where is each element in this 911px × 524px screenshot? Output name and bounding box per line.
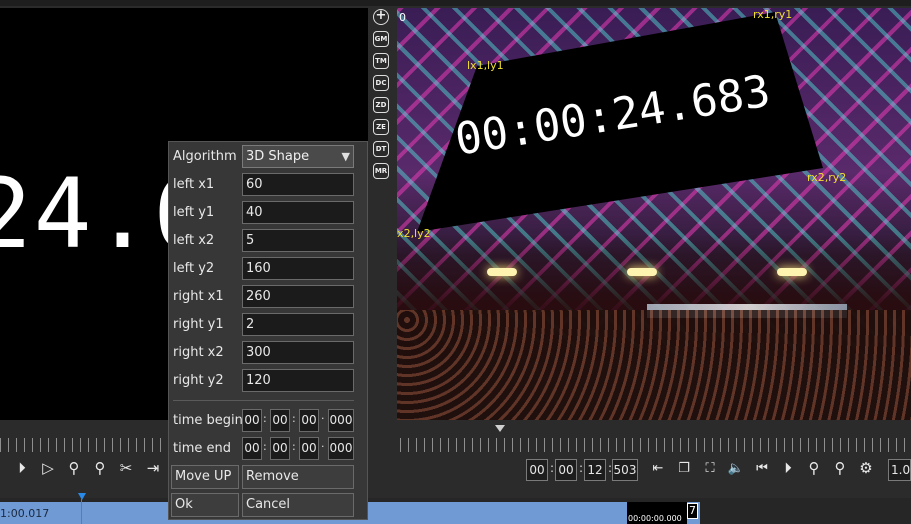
colon: :: [292, 412, 296, 425]
corner-rx2[interactable]: rx2,ry2: [807, 171, 846, 184]
time-millis-field[interactable]: 503: [612, 459, 638, 481]
right-x2-input[interactable]: 300: [242, 341, 354, 364]
tool-mr[interactable]: MR: [373, 163, 389, 179]
algorithm-select[interactable]: 3D Shape ▼: [242, 145, 354, 168]
corner-lx2[interactable]: lx2,ly2: [397, 227, 431, 240]
time-hours-field[interactable]: 00: [526, 459, 548, 481]
time-begin-hours[interactable]: 00: [242, 409, 262, 432]
add-icon[interactable]: +: [373, 9, 389, 25]
time-end-millis[interactable]: 000: [328, 437, 354, 460]
settings-icon[interactable]: ⚙: [856, 459, 876, 477]
time-begin-seconds[interactable]: 00: [299, 409, 319, 432]
corner-rx1[interactable]: rx1,ry1: [753, 8, 792, 21]
tool-tm[interactable]: TM: [373, 53, 389, 69]
cancel-button[interactable]: Cancel: [242, 493, 354, 517]
move-up-button[interactable]: Move UP: [171, 465, 239, 489]
tool-zd[interactable]: ZD: [373, 97, 389, 113]
filter-dialog: Algorithm 3D Shape ▼ left x1 60 left y1 …: [168, 141, 368, 520]
ok-button[interactable]: Ok: [171, 493, 239, 517]
left-y1-input[interactable]: 40: [242, 201, 354, 224]
time-end-label: time end: [173, 441, 231, 456]
right-x1-label: right x1: [173, 289, 224, 304]
clip-number-badge: 7: [687, 503, 698, 519]
left-x1-label: left x1: [173, 177, 215, 192]
divider: [173, 400, 354, 401]
colon: ·: [321, 412, 325, 425]
left-x1-input[interactable]: 60: [242, 173, 354, 196]
right-y1-input[interactable]: 2: [242, 313, 354, 336]
colon: :: [550, 461, 555, 475]
dropdown-arrow-icon: ▼: [341, 150, 350, 163]
time-begin-label: time begin: [173, 413, 243, 428]
playhead-icon[interactable]: [78, 493, 86, 500]
skip-back-icon[interactable]: ⏮: [752, 460, 772, 478]
time-begin-millis[interactable]: 000: [328, 409, 354, 432]
time-begin-minutes[interactable]: 00: [270, 409, 290, 432]
algorithm-value: 3D Shape: [246, 149, 310, 164]
tool-dc[interactable]: DC: [373, 75, 389, 91]
tool-gm[interactable]: GM: [373, 31, 389, 47]
marker-out-icon[interactable]: ⚲: [830, 459, 850, 477]
colon: :: [292, 440, 296, 453]
time-end-seconds[interactable]: 00: [299, 437, 319, 460]
left-timeline-ruler[interactable]: [0, 438, 168, 452]
left-edge-control-icon[interactable]: ▏: [0, 460, 10, 478]
colon: :: [263, 412, 267, 425]
scissors-icon[interactable]: ✂: [116, 459, 136, 477]
colon: ·: [321, 440, 325, 453]
right-timeline-ruler[interactable]: [400, 438, 911, 452]
fullscreen-icon[interactable]: ⛶: [700, 460, 720, 478]
ruler-marker-icon[interactable]: [495, 425, 505, 432]
left-y2-label: left y2: [173, 261, 215, 276]
export-icon[interactable]: ⇥: [143, 459, 163, 477]
origin-label: 0: [399, 11, 406, 24]
clip-duration-label: 1:00.017: [0, 507, 50, 520]
marker-in-icon[interactable]: ⚲: [804, 459, 824, 477]
play-icon[interactable]: ▷: [38, 459, 58, 477]
colon: :: [579, 461, 584, 475]
time-seconds-field[interactable]: 12: [584, 459, 606, 481]
algorithm-label: Algorithm: [173, 149, 237, 164]
right-y2-label: right y2: [173, 373, 224, 388]
preview-tool-column: + GM TM DC ZD ZE DT MR: [373, 9, 391, 185]
tool-dt[interactable]: DT: [373, 141, 389, 157]
left-x2-input[interactable]: 5: [242, 229, 354, 252]
volume-icon[interactable]: 🔈: [726, 460, 746, 478]
left-y1-label: left y1: [173, 205, 215, 220]
right-x1-input[interactable]: 260: [242, 285, 354, 308]
right-y2-input[interactable]: 120: [242, 369, 354, 392]
left-x2-label: left x2: [173, 233, 215, 248]
marker-out-icon[interactable]: ⚲: [90, 459, 110, 477]
remove-button[interactable]: Remove: [242, 465, 354, 489]
corner-lx1[interactable]: lx1,ly1: [467, 59, 504, 72]
clip-thumbnail-time: 00:00:00.000: [628, 514, 682, 523]
marker-in-icon[interactable]: ⚲: [64, 459, 84, 477]
right-y1-label: right y1: [173, 317, 224, 332]
playhead-line: [81, 499, 82, 524]
time-end-minutes[interactable]: 00: [270, 437, 290, 460]
tool-ze[interactable]: ZE: [373, 119, 389, 135]
colon: :: [263, 440, 267, 453]
speed-input[interactable]: 1.0: [888, 459, 911, 481]
copy-icon[interactable]: ❐: [674, 460, 694, 478]
time-end-hours[interactable]: 00: [242, 437, 262, 460]
right-x2-label: right x2: [173, 345, 224, 360]
time-minutes-field[interactable]: 00: [555, 459, 577, 481]
play-circle-icon[interactable]: ⏵: [778, 459, 798, 477]
top-bar: [0, 0, 911, 6]
play-circle-icon[interactable]: ⏵: [12, 459, 32, 477]
go-start-icon[interactable]: ⇤: [648, 460, 668, 478]
left-y2-input[interactable]: 160: [242, 257, 354, 280]
right-preview[interactable]: 00:00:24.683 0 rx1,ry1 lx1,ly1 rx2,ry2 l…: [397, 8, 911, 420]
